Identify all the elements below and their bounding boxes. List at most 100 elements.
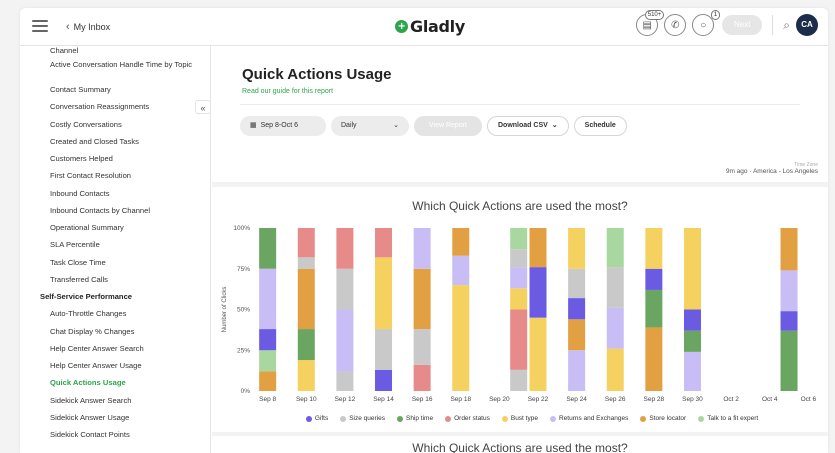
x-tick-label: Sep 12 bbox=[335, 396, 356, 403]
legend-label: Order status bbox=[454, 415, 490, 422]
sidebar-item[interactable]: Help Center Answer Search bbox=[50, 340, 195, 357]
legend-item[interactable]: Returns and Exchanges bbox=[549, 415, 629, 422]
bar-segment bbox=[259, 350, 277, 372]
date-range-value: Sep 8-Oct 6 bbox=[260, 122, 298, 129]
bar-segment bbox=[568, 350, 586, 391]
report-guide-link[interactable]: Read our guide for this report bbox=[242, 88, 333, 95]
last-updated: 9m ago bbox=[725, 168, 748, 175]
bar-segment bbox=[297, 257, 315, 269]
sidebar-item[interactable]: First Contact Resolution bbox=[50, 167, 195, 184]
sidebar-item[interactable]: Auto-Throttle Changes bbox=[50, 305, 195, 322]
bar-segment bbox=[568, 268, 586, 299]
bar-segment bbox=[259, 268, 277, 310]
chevron-down-icon: ⌄ bbox=[393, 122, 399, 129]
sidebar-item[interactable]: Inbound Contacts by Channel bbox=[50, 202, 195, 219]
legend-label: Talk to a fit expert bbox=[707, 415, 759, 422]
back-label: My Inbox bbox=[73, 22, 111, 32]
legend-item[interactable]: Ship time bbox=[396, 415, 433, 422]
bar-segment bbox=[780, 330, 798, 391]
sidebar-item[interactable]: Created and Closed Tasks bbox=[50, 133, 195, 150]
back-to-inbox-link[interactable]: ‹ My Inbox bbox=[66, 21, 110, 33]
section-divider bbox=[212, 182, 828, 187]
sidebar-item[interactable]: SLA Percentile bbox=[50, 236, 195, 253]
chevron-down-icon: ⌄ bbox=[551, 122, 558, 129]
download-csv-button[interactable]: Download CSV ⌄ bbox=[487, 116, 569, 136]
bar-segment bbox=[683, 330, 701, 352]
legend-item[interactable]: Gifts bbox=[305, 415, 328, 422]
legend-swatch bbox=[698, 415, 705, 422]
bar-segment bbox=[413, 364, 431, 391]
phone-button[interactable]: ✆ bbox=[664, 14, 687, 36]
sidebar-item[interactable]: Costly Conversations bbox=[50, 116, 195, 133]
bar-segment bbox=[259, 228, 277, 269]
download-csv-label: Download CSV bbox=[498, 122, 548, 129]
inbox-count-button[interactable]: ▤ 510+ bbox=[636, 10, 665, 36]
date-range-picker[interactable]: ▦ Sep 8-Oct 6 bbox=[240, 116, 326, 136]
sidebar-section-heading: Self-Service Performance bbox=[40, 292, 133, 301]
legend-label: Returns and Exchanges bbox=[558, 415, 629, 422]
sidebar-item[interactable]: Transferred Calls bbox=[50, 271, 195, 288]
chat-button[interactable]: ○ 1 bbox=[692, 10, 721, 36]
bar-segment bbox=[510, 288, 528, 310]
bar-segment bbox=[297, 329, 315, 361]
legend-item[interactable]: Store locator bbox=[640, 415, 686, 422]
bar-segment bbox=[529, 317, 547, 391]
sidebar-item[interactable]: Sidekick Contact Points bbox=[50, 426, 195, 443]
gladly-logo[interactable]: + Gladly bbox=[395, 17, 465, 36]
sidebar-item[interactable]: Contact Summary bbox=[50, 81, 195, 98]
sidebar-item[interactable]: Task Close Time bbox=[50, 254, 195, 271]
x-tick-label: Sep 20 bbox=[489, 396, 510, 403]
sidebar-item[interactable]: Inbound Contacts bbox=[50, 185, 195, 202]
search-icon[interactable]: ⌕ bbox=[783, 18, 790, 33]
x-tick-label: Sep 10 bbox=[296, 396, 317, 403]
x-tick-label: Sep 16 bbox=[412, 396, 433, 403]
bar-segment bbox=[452, 255, 470, 286]
sidebar-item[interactable]: Quick Actions Usage bbox=[50, 374, 195, 391]
timezone-line: 9m ago · America - Los Angeles bbox=[725, 168, 818, 175]
x-tick-label: Oct 2 bbox=[723, 396, 739, 403]
legend-item[interactable]: Talk to a fit expert bbox=[698, 415, 758, 422]
next-button[interactable]: Next bbox=[722, 15, 763, 35]
sidebar-item[interactable]: Active Conversation Handle Time by Topic bbox=[50, 56, 195, 81]
menu-icon[interactable] bbox=[32, 20, 48, 32]
view-report-button[interactable]: View Report bbox=[414, 116, 482, 136]
sidebar-item[interactable]: Sidekick Answer Search bbox=[50, 392, 195, 409]
report-main: Quick Actions Usage Read our guide for t… bbox=[212, 46, 828, 453]
granularity-select[interactable]: Daily ⌄ bbox=[331, 116, 409, 136]
sidebar-item[interactable]: Chat Display % Changes bbox=[50, 323, 195, 340]
legend-item[interactable]: Order status bbox=[445, 415, 490, 422]
bar-segment bbox=[606, 267, 624, 308]
x-tick-label: Oct 6 bbox=[801, 396, 817, 403]
bar-segment bbox=[413, 329, 431, 365]
sidebar-item[interactable]: Customers Helped bbox=[50, 150, 195, 167]
legend-swatch bbox=[396, 415, 403, 422]
bar-segment bbox=[645, 327, 663, 391]
bar-segment bbox=[259, 329, 277, 351]
bar-segment bbox=[452, 228, 470, 256]
sidebar-item[interactable]: Channel bbox=[50, 46, 195, 56]
avatar[interactable]: CA bbox=[796, 14, 818, 36]
report-nav-list: Channel Active Conversation Handle Time b… bbox=[40, 46, 195, 443]
bar-segment bbox=[375, 228, 393, 258]
y-tick-label: 25% bbox=[237, 347, 250, 354]
sidebar-item[interactable]: Operational Summary bbox=[50, 219, 195, 236]
bar-segment bbox=[645, 289, 663, 328]
x-tick-label: Sep 24 bbox=[566, 396, 587, 403]
bar-segment bbox=[510, 369, 528, 391]
sidebar-item[interactable]: Help Center Answer Usage bbox=[50, 357, 195, 374]
bar-segment bbox=[510, 267, 528, 289]
legend-item[interactable]: Bust type bbox=[501, 415, 538, 422]
divider bbox=[772, 15, 774, 35]
collapse-sidebar-button[interactable]: « bbox=[195, 100, 211, 114]
chat-icon: ○ bbox=[700, 19, 707, 31]
legend-swatch bbox=[640, 415, 647, 422]
chat-badge: 1 bbox=[710, 10, 721, 20]
x-tick-label: Sep 26 bbox=[605, 396, 626, 403]
bar-segment bbox=[510, 309, 528, 370]
y-axis-label: Number of Clicks bbox=[222, 287, 228, 333]
sidebar-item[interactable]: Conversation Reassignments bbox=[50, 98, 195, 115]
sidebar-item[interactable]: Sidekick Answer Usage bbox=[50, 409, 195, 426]
schedule-button[interactable]: Schedule bbox=[573, 116, 627, 136]
bar-segment bbox=[336, 371, 354, 391]
legend-item[interactable]: Size queries bbox=[340, 415, 385, 422]
